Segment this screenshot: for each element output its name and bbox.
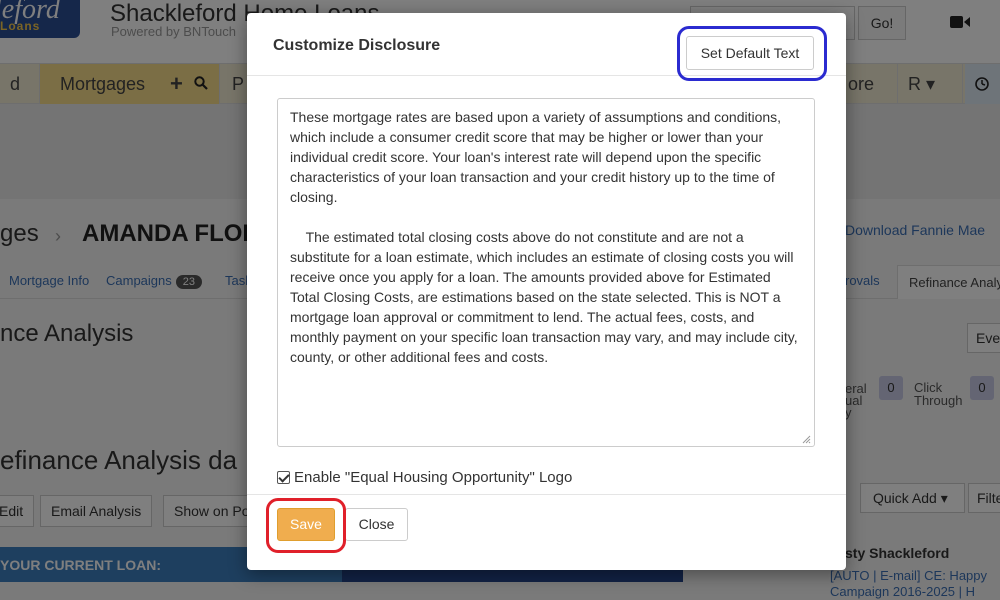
equal-housing-label[interactable]: Enable "Equal Housing Opportunity" Logo [294,469,572,486]
modal-footer-divider [247,494,846,495]
equal-housing-checkbox[interactable] [277,471,290,484]
disclosure-textarea[interactable]: These mortgage rates are based upon a va… [277,98,815,447]
resize-grip-icon[interactable] [801,434,811,444]
set-default-text-button[interactable]: Set Default Text [686,36,814,70]
close-button[interactable]: Close [345,508,408,541]
modal-header: Customize Disclosure Set Default Text [247,13,846,81]
save-button[interactable]: Save [277,508,335,541]
customize-disclosure-modal: Customize Disclosure Set Default Text Th… [247,13,846,570]
modal-title: Customize Disclosure [273,37,441,54]
